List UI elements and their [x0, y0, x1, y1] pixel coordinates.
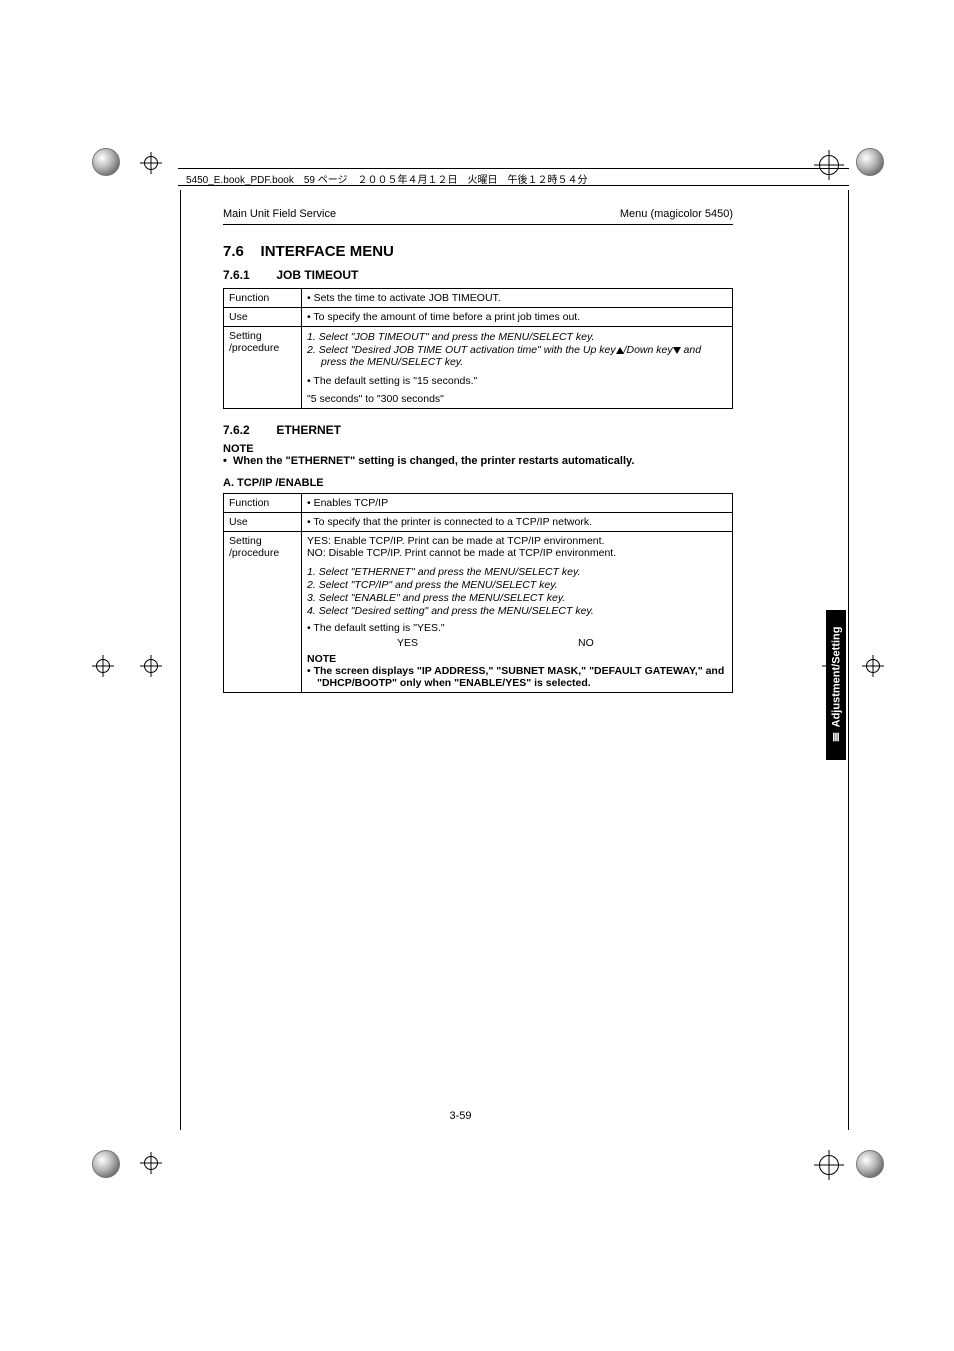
- table-row-value: YES: Enable TCP/IP. Print can be made at…: [302, 532, 733, 693]
- list-item: 1. Select "JOB TIMEOUT" and press the ME…: [307, 331, 727, 343]
- subsection-1: 7.6.1 JOB TIMEOUT: [223, 268, 740, 282]
- page-number: 3-59: [449, 1110, 471, 1122]
- table-row-label: Setting /procedure: [224, 327, 302, 409]
- section-number: 7.6: [223, 243, 244, 260]
- reg-cross-mr2: [862, 655, 884, 677]
- running-header: Main Unit Field Service Menu (magicolor …: [223, 208, 733, 225]
- list-item: 1. Select "ETHERNET" and press the MENU/…: [307, 566, 727, 578]
- right-crop-rule: [848, 190, 849, 1130]
- subsection-a: A. TCP/IP /ENABLE: [223, 477, 740, 489]
- reg-cross-ml: [92, 655, 114, 677]
- subsection-2: 7.6.2 ETHERNET: [223, 423, 740, 437]
- up-key-icon: [616, 347, 624, 354]
- step-text: Select "ETHERNET" and press the MENU/SEL…: [319, 566, 581, 578]
- table-row-label: Function: [224, 289, 302, 308]
- subsection-2-num: 7.6.2: [223, 423, 273, 437]
- reg-cross-tl: [140, 152, 162, 174]
- header-left: Main Unit Field Service: [223, 208, 336, 220]
- setting-range: "5 seconds" to "300 seconds": [307, 393, 727, 405]
- note-body: • When the "ETHERNET" setting is changed…: [223, 455, 740, 467]
- cell-text: To specify the amount of time before a p…: [307, 311, 727, 323]
- no-description: NO: Disable TCP/IP. Print cannot be made…: [307, 547, 727, 559]
- step-text: Select "TCP/IP" and press the MENU/SELEC…: [319, 579, 558, 591]
- default-setting: The default setting is "15 seconds.": [307, 375, 727, 387]
- side-tab: Ⅲ Adjustment/Setting: [826, 610, 846, 760]
- header-right: Menu (magicolor 5450): [620, 208, 733, 220]
- step-text: Select "JOB TIMEOUT" and press the MENU/…: [319, 331, 595, 343]
- inner-note-body: The screen displays "IP ADDRESS," "SUBNE…: [307, 665, 727, 689]
- reg-ball-tl: [92, 148, 120, 176]
- yes-description: YES: Enable TCP/IP. Print can be made at…: [307, 535, 727, 547]
- subsection-2-title: ETHERNET: [276, 423, 341, 437]
- procedure-list: 1. Select "ETHERNET" and press the MENU/…: [307, 566, 727, 617]
- list-item: 4. Select "Desired setting" and press th…: [307, 605, 727, 617]
- procedure-list: 1. Select "JOB TIMEOUT" and press the ME…: [307, 331, 727, 368]
- section-heading: 7.6 INTERFACE MENU: [223, 243, 740, 260]
- reg-ball-bl: [92, 1150, 120, 1178]
- subsection-1-num: 7.6.1: [223, 268, 273, 282]
- reg-cross-br: [814, 1150, 844, 1180]
- reg-ball-tr: [856, 148, 884, 176]
- crop-header: 5450_E.book_PDF.book 59 ページ ２００５年４月１２日 火…: [178, 168, 849, 186]
- table-row-value: Enables TCP/IP: [302, 494, 733, 513]
- table-row-label: Use: [224, 513, 302, 532]
- list-item: 3. Select "ENABLE" and press the MENU/SE…: [307, 592, 727, 604]
- step-text: /Down key: [624, 344, 673, 356]
- table-row-label: Use: [224, 308, 302, 327]
- reg-ball-br: [856, 1150, 884, 1178]
- cell-text: To specify that the printer is connected…: [307, 516, 727, 528]
- default-setting: The default setting is "YES.": [307, 622, 727, 634]
- page-content: Main Unit Field Service Menu (magicolor …: [180, 190, 740, 1130]
- table-row-label: Function: [224, 494, 302, 513]
- step-text: Select "ENABLE" and press the MENU/SELEC…: [319, 592, 566, 604]
- option-yes: YES: [397, 637, 418, 649]
- option-no: NO: [578, 637, 594, 649]
- step-text: Select "Desired setting" and press the M…: [319, 605, 594, 617]
- job-timeout-table: Function Sets the time to activate JOB T…: [223, 288, 733, 409]
- section-title: INTERFACE MENU: [261, 243, 394, 260]
- down-key-icon: [673, 347, 681, 354]
- reg-cross-bl: [140, 1152, 162, 1174]
- list-item: 2. Select "Desired JOB TIME OUT activati…: [307, 344, 727, 368]
- table-row-value: To specify that the printer is connected…: [302, 513, 733, 532]
- tcpip-enable-table: Function Enables TCP/IP Use To specify t…: [223, 493, 733, 693]
- list-item: 2. Select "TCP/IP" and press the MENU/SE…: [307, 579, 727, 591]
- table-row-value: 1. Select "JOB TIMEOUT" and press the ME…: [302, 327, 733, 409]
- table-row-value: Sets the time to activate JOB TIMEOUT.: [302, 289, 733, 308]
- option-row: YES NO: [307, 637, 727, 649]
- step-text: Select "Desired JOB TIME OUT activation …: [319, 344, 616, 356]
- subsection-1-title: JOB TIMEOUT: [276, 268, 358, 282]
- table-row-value: To specify the amount of time before a p…: [302, 308, 733, 327]
- reg-cross-ml2: [140, 655, 162, 677]
- cell-text: Enables TCP/IP: [307, 497, 727, 509]
- note-text: When the "ETHERNET" setting is changed, …: [233, 455, 634, 467]
- note-label: NOTE: [223, 443, 740, 455]
- cell-text: Sets the time to activate JOB TIMEOUT.: [307, 292, 727, 304]
- inner-note-label: NOTE: [307, 653, 727, 665]
- table-row-label: Setting /procedure: [224, 532, 302, 693]
